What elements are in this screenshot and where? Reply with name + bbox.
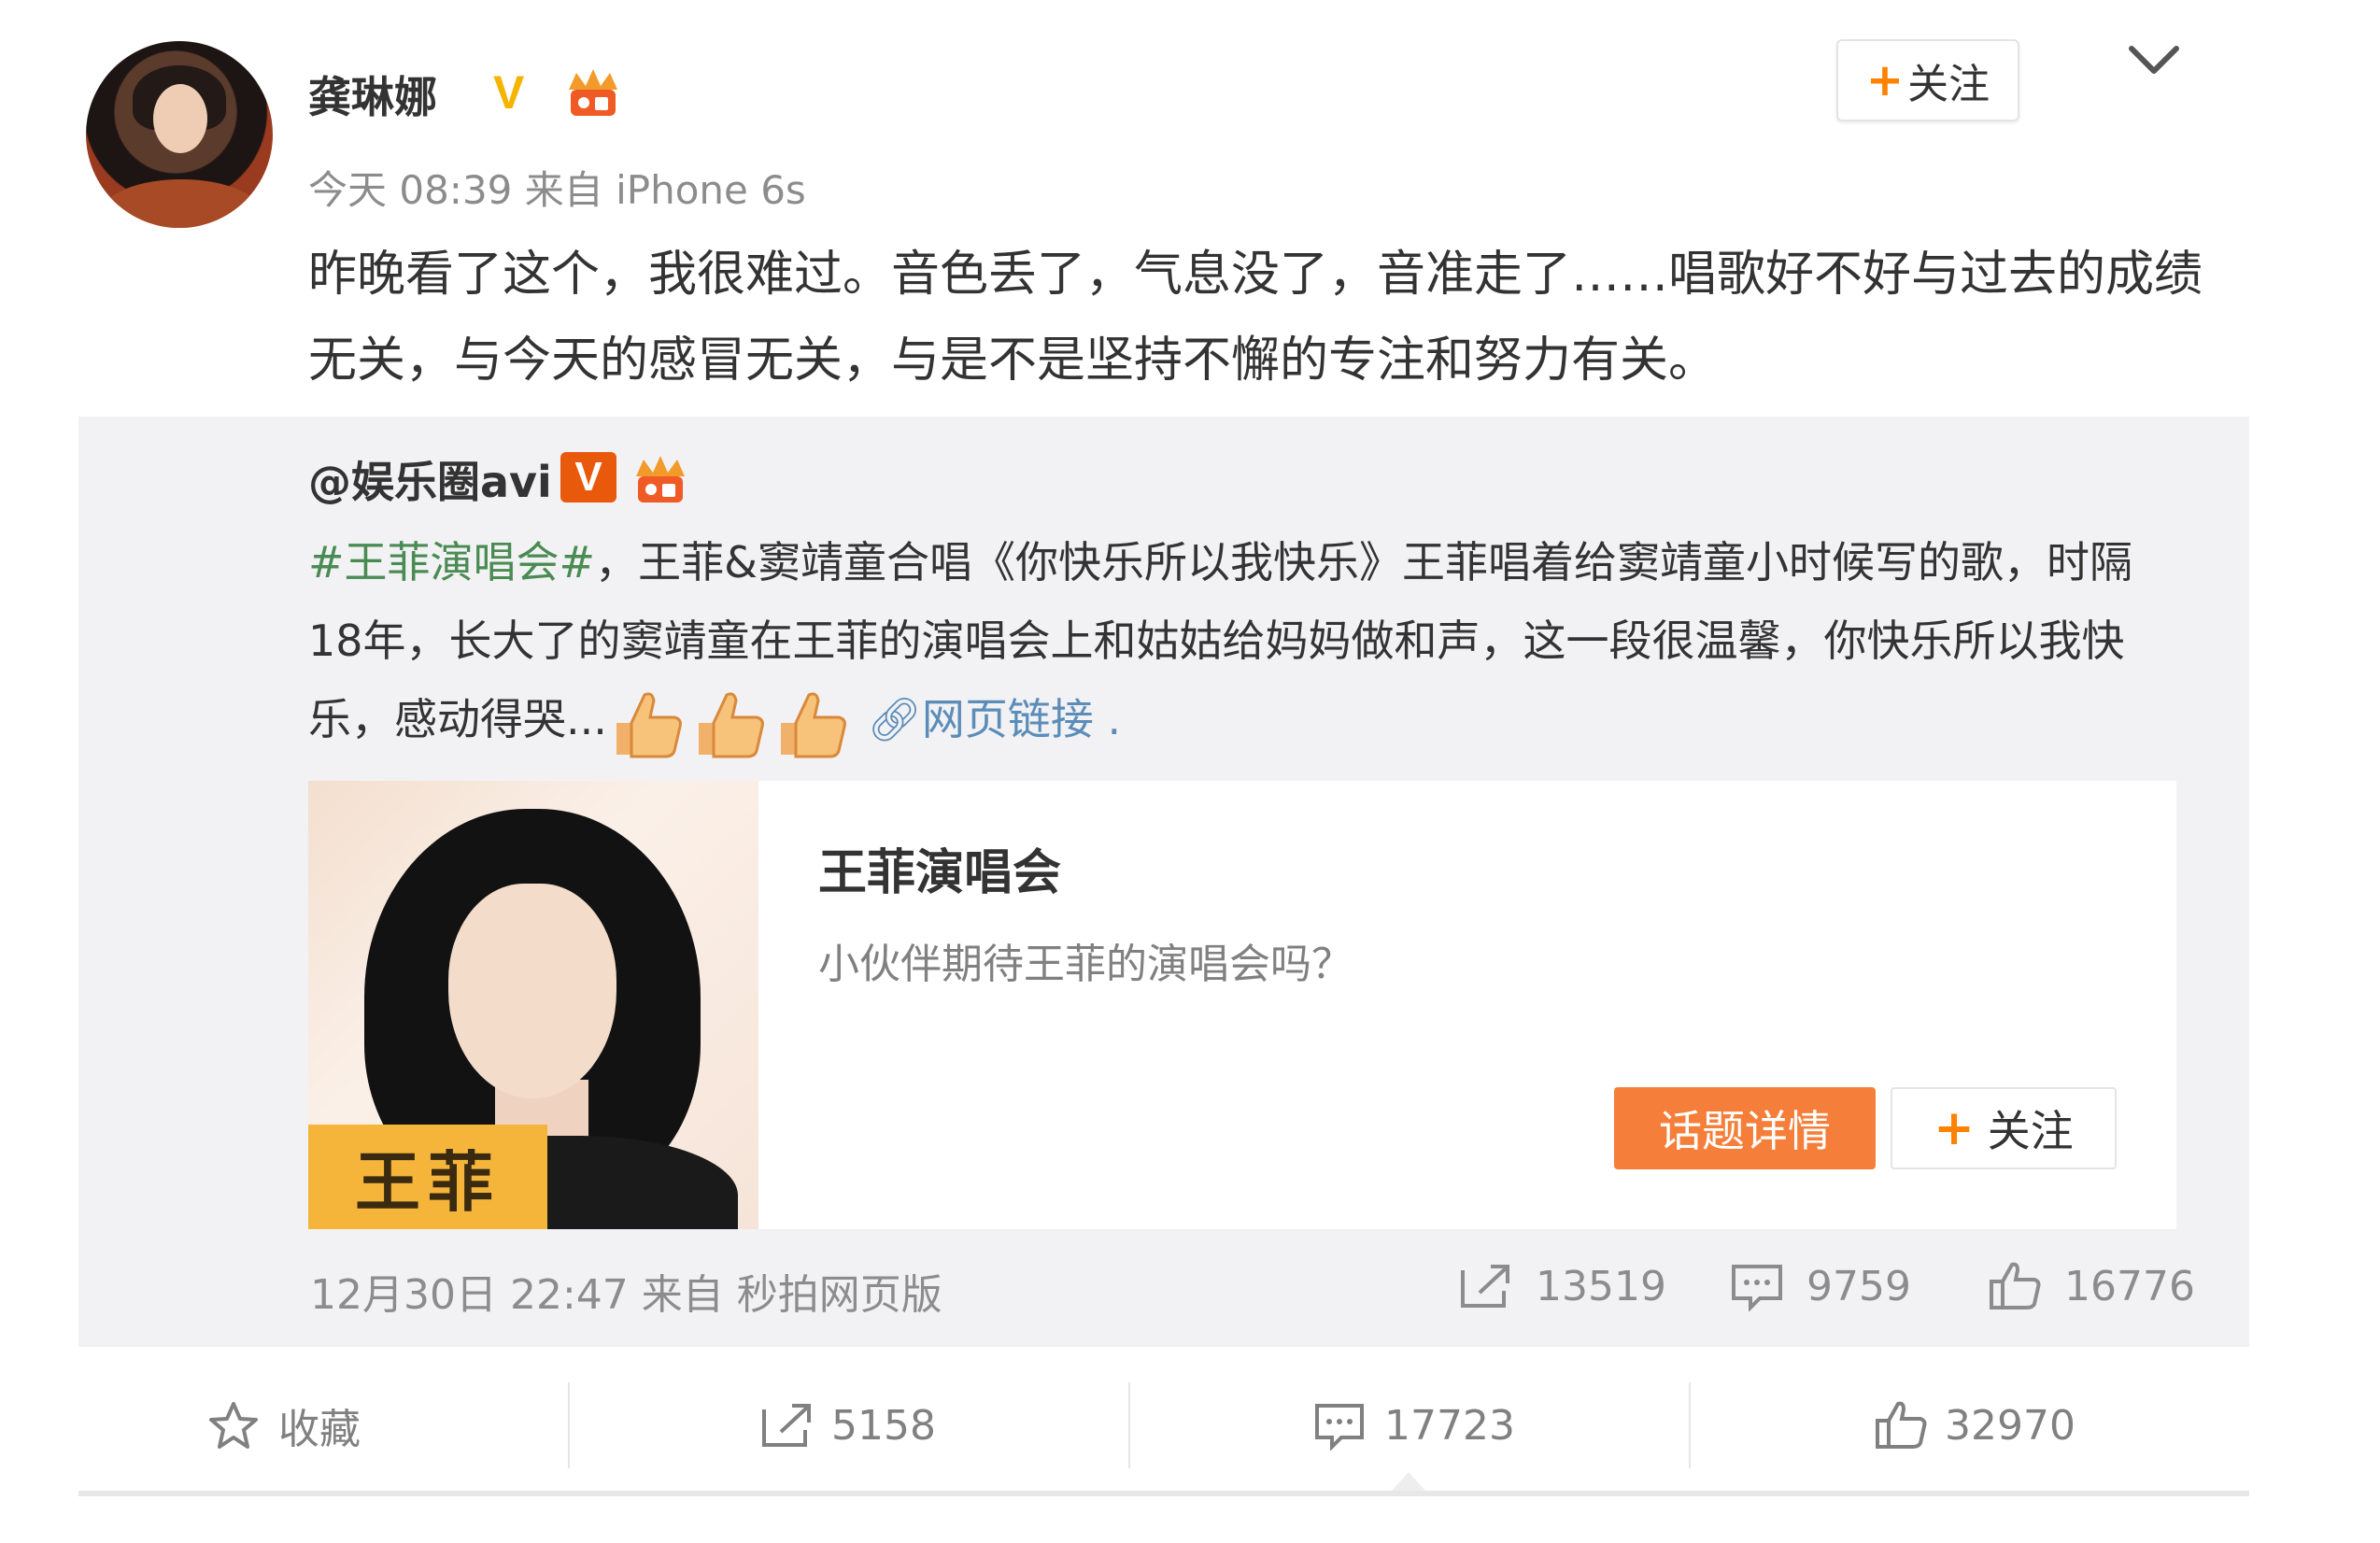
hashtag-link[interactable]: #王菲演唱会# xyxy=(308,537,595,587)
share-button[interactable]: 5158 xyxy=(758,1388,936,1463)
plus-icon: + xyxy=(1865,54,1905,106)
divider xyxy=(568,1382,570,1468)
share-count: 5158 xyxy=(831,1401,936,1450)
favorite-button[interactable]: 收藏 xyxy=(205,1388,361,1463)
avatar[interactable] xyxy=(86,41,273,228)
star-icon xyxy=(209,1402,258,1449)
comment-button[interactable]: 17723 xyxy=(1311,1388,1515,1463)
topic-card-image[interactable]: 王菲 xyxy=(308,781,758,1229)
topic-follow-label: 关注 xyxy=(1987,1106,2074,1156)
member-icon xyxy=(569,69,617,116)
share-icon xyxy=(762,1404,811,1447)
share-icon xyxy=(1461,1265,1509,1308)
follow-button[interactable]: + 关注 xyxy=(1836,39,2019,121)
comment-icon xyxy=(1732,1265,1782,1311)
caret-up-icon xyxy=(1392,1472,1425,1491)
favorite-label: 收藏 xyxy=(278,1406,361,1453)
repost-text: #王菲演唱会#，王菲&窦靖童合唱《你快乐所以我快乐》王菲唱着给窦靖童小时候写的歌… xyxy=(308,523,2186,760)
repost-comment-count[interactable]: 9759 xyxy=(1728,1261,1911,1311)
like-button[interactable]: 32970 xyxy=(1872,1388,2075,1463)
plus-icon: + xyxy=(1934,1100,1975,1156)
card-image-tag: 王菲 xyxy=(308,1125,547,1229)
verified-badge-icon: V xyxy=(560,452,616,503)
bottom-divider xyxy=(78,1491,2249,1496)
post-username[interactable]: 龚琳娜 xyxy=(308,64,437,125)
repost-share-value: 13519 xyxy=(1536,1262,1666,1310)
follow-button-label: 关注 xyxy=(1907,61,1990,108)
verified-badge-icon: V xyxy=(493,66,525,119)
repost-comment-value: 9759 xyxy=(1806,1262,1911,1310)
thumbs-up-emoji xyxy=(698,691,764,757)
thumbs-up-emoji xyxy=(780,691,846,757)
divider xyxy=(1689,1382,1691,1468)
repost-like-value: 16776 xyxy=(2064,1262,2195,1310)
topic-card-subtitle: 小伙伴期待王菲的演唱会吗？ xyxy=(818,941,1353,988)
like-icon xyxy=(1990,1262,2041,1309)
post-meta-time: 今天 08:39 来自 iPhone 6s xyxy=(308,167,806,213)
repost-meta: 12月30日 22:47 来自 秒拍网页版 xyxy=(310,1271,942,1319)
web-link-label: 网页链接 xyxy=(921,694,1094,744)
member-icon xyxy=(636,456,685,503)
repost-username[interactable]: @娱乐圈avi xyxy=(308,448,552,510)
thumbs-up-emoji xyxy=(616,691,682,757)
like-count: 32970 xyxy=(1945,1401,2075,1450)
post-text: 昨晚看了这个，我很难过。音色丢了，气息没了，音准走了……唱歌好不好与过去的成绩无… xyxy=(308,247,2203,389)
comment-icon xyxy=(1315,1404,1364,1451)
topic-card-title[interactable]: 王菲演唱会 xyxy=(818,833,1061,903)
chevron-down-icon[interactable] xyxy=(2124,39,2184,84)
repost-like-count[interactable]: 16776 xyxy=(1986,1261,2195,1311)
topic-follow-button[interactable]: + 关注 xyxy=(1891,1087,2117,1169)
comment-count: 17723 xyxy=(1384,1401,1515,1450)
link-icon: 🔗︎ xyxy=(867,694,922,744)
topic-detail-button[interactable]: 话题详情 xyxy=(1614,1087,1876,1169)
divider xyxy=(1128,1382,1130,1468)
like-icon xyxy=(1876,1401,1927,1449)
repost-share-count[interactable]: 13519 xyxy=(1457,1261,1666,1311)
web-link[interactable]: 🔗︎网页链接 . xyxy=(868,694,1122,744)
